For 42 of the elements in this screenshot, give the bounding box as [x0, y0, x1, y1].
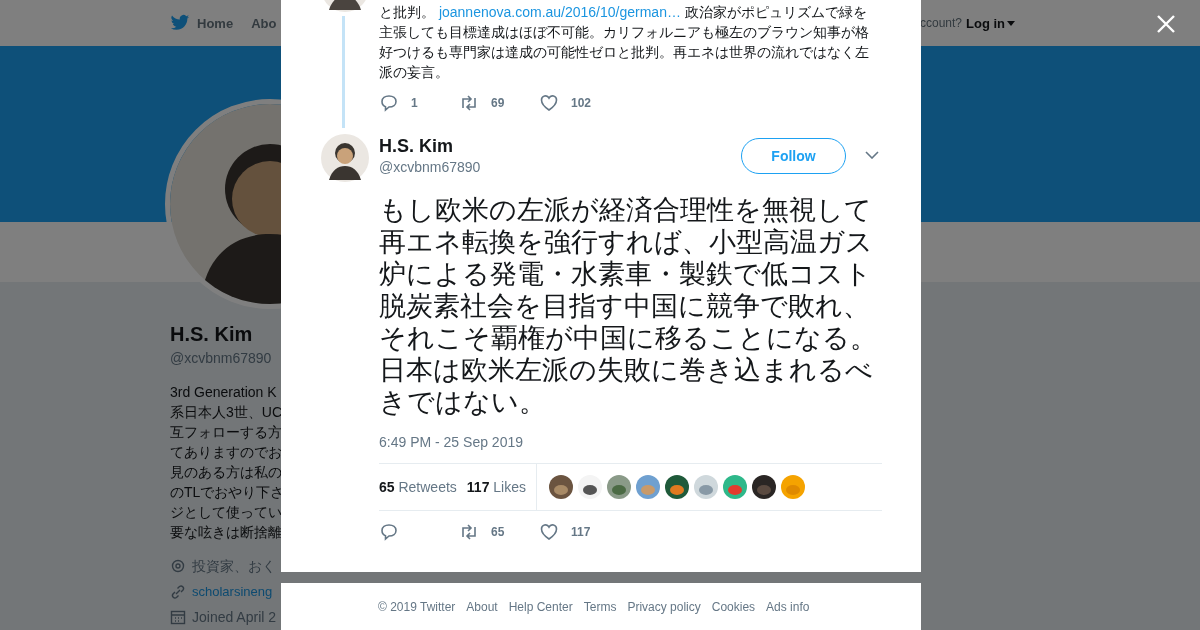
footer-link[interactable]: Cookies [711, 600, 756, 630]
link-icon [170, 583, 186, 600]
action-count: 102 [571, 96, 592, 110]
profile-handle: @xcvbnm67890 [170, 349, 273, 368]
tweet-link[interactable]: joannenova.com.au/2016/10/german… [438, 4, 681, 20]
retweets-stat[interactable]: 65 Retweets [379, 479, 457, 495]
reply-icon[interactable] [379, 522, 399, 542]
tweet-text: もし欧米の左派が経済合理性を無視して再エネ転換を強行すれば、小型高温ガス炉による発電・水素車・製鉄で低コスト脱炭素社会を目指す中国に競争で敗れ、それこそ覇権が中国に移ることになる。日本は欧米左派の失敗に巻き込まれるべきではない。 [379, 194, 878, 418]
footer-link[interactable]: Help Center [508, 600, 573, 630]
follow-button[interactable]: Follow [741, 138, 846, 174]
likes-stat[interactable]: 117 Likes [466, 479, 526, 495]
footer-link[interactable]: About [466, 600, 498, 630]
author-name[interactable]: H.S. Kim [379, 135, 741, 158]
tweet-timestamp[interactable]: 6:49 PM - 25 Sep 2019 [379, 432, 882, 452]
action-count: 117 [571, 525, 591, 539]
profile-name: H.S. Kim [170, 322, 254, 347]
footer-link[interactable]: Ads info [766, 600, 810, 630]
nav-link[interactable]: Home [197, 15, 234, 31]
heart-icon[interactable] [539, 93, 559, 113]
retweet-icon[interactable] [459, 522, 479, 542]
action-count: 69 [491, 96, 505, 110]
calendar-icon [170, 608, 186, 625]
reply-icon[interactable] [379, 93, 399, 113]
account-prompt: ccount? [919, 16, 962, 30]
chevron-down-icon[interactable] [865, 151, 879, 159]
heart-icon[interactable] [539, 522, 559, 542]
profile-bio: 3rd Generation K 系日本人3世、UC 互フォローする方 てありますのでお 見のある方は私の のTLでおやり下さ ジとして使ってい 要な呟きは断捨離 [170, 383, 286, 542]
login-link[interactable]: Log in [966, 15, 1005, 31]
author-handle[interactable]: @xcvbnm67890 [379, 158, 741, 177]
caret-icon[interactable] [1007, 20, 1015, 26]
tweet-text: と批判。 joannenova.com.au/2016/10/german… 政治家がポピュリズムで緑を主張しても目標達成はほぼ不可能。カリフォルニアも極左のブラウン知事が格好つけるも専門家は達成の可能性ゼロと批判。再エネは世界の流れではなく左派の妄言。 [379, 3, 870, 82]
footer-link[interactable]: © 2019 Twitter [378, 600, 456, 630]
footer-link[interactable]: Privacy policy [627, 600, 701, 630]
retweet-icon[interactable] [459, 93, 479, 113]
close-icon[interactable] [1156, 14, 1176, 34]
profile-location: 投資家、おく [192, 557, 276, 576]
location-pin-icon [170, 558, 186, 575]
footer-link[interactable]: Terms [583, 600, 617, 630]
action-count: 1 [411, 96, 418, 110]
nav-link[interactable]: Abo [251, 15, 277, 31]
action-count: 65 [491, 525, 505, 539]
profile-joined: Joined April 2 [192, 608, 277, 625]
